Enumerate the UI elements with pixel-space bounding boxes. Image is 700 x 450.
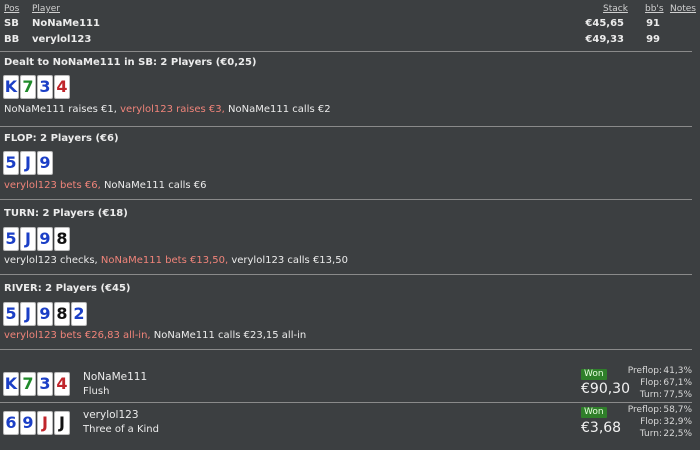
playing-card: J xyxy=(54,411,70,435)
equity-label: Flop: xyxy=(640,378,662,388)
showdown-player-name[interactable]: verylol123 xyxy=(83,409,139,421)
showdown-hand-rank: Flush xyxy=(83,386,110,397)
playing-card: 7 xyxy=(20,75,36,99)
divider xyxy=(0,274,692,275)
river-title: RIVER: 2 Players (€45) xyxy=(4,283,131,294)
playing-card: 5 xyxy=(3,151,19,175)
player-name[interactable]: NoNaMe111 xyxy=(32,18,100,29)
playing-card: 8 xyxy=(54,227,70,251)
action-text: NoNaMe111 calls €23,15 all-in xyxy=(153,330,307,341)
player-row: SB NoNaMe111 €45,65 91 xyxy=(0,18,700,32)
action-text: NoNaMe111 raises €1, xyxy=(4,104,117,115)
playing-card: 4 xyxy=(54,372,70,396)
won-badge: Won xyxy=(581,407,607,418)
equity-value: 32,9% xyxy=(663,417,692,427)
divider xyxy=(0,349,692,350)
player-name[interactable]: verylol123 xyxy=(32,34,91,45)
won-badge: Won xyxy=(581,369,607,380)
header-pos: Pos xyxy=(4,4,20,14)
playing-card: J xyxy=(37,411,53,435)
showdown-hand-rank: Three of a Kind xyxy=(83,424,159,435)
player-stack: €45,65 xyxy=(585,18,624,29)
turn-cards: 5J98 xyxy=(3,227,71,251)
flop-cards: 5J9 xyxy=(3,151,54,175)
playing-card: 4 xyxy=(54,75,70,99)
playing-card: K xyxy=(3,75,19,99)
player-bbs: 91 xyxy=(646,18,660,29)
equity-value: 67,1% xyxy=(663,378,692,388)
playing-card: 3 xyxy=(37,372,53,396)
preflop-title: Dealt to NoNaMe111 in SB: 2 Players (€0,… xyxy=(4,57,257,68)
header-notes[interactable]: Notes xyxy=(670,4,696,14)
player-row: BB verylol123 €49,33 99 xyxy=(0,34,700,48)
playing-card: 9 xyxy=(37,151,53,175)
turn-actions: verylol123 checks, NoNaMe111 bets €13,50… xyxy=(4,255,348,266)
preflop-actions: NoNaMe111 raises €1, verylol123 raises €… xyxy=(4,104,331,115)
equity-value: 22,5% xyxy=(663,429,692,439)
showdown-cards: K734 xyxy=(3,372,71,396)
showdown-cards: 69JJ xyxy=(3,411,71,435)
showdown-player-name[interactable]: NoNaMe111 xyxy=(83,371,147,383)
action-text: NoNaMe111 bets €13,50, xyxy=(100,255,229,266)
equity-value: 58,7% xyxy=(663,405,692,415)
playing-card: 2 xyxy=(71,302,87,326)
playing-card: 6 xyxy=(3,411,19,435)
playing-card: J xyxy=(20,302,36,326)
playing-card: J xyxy=(20,227,36,251)
playing-card: K xyxy=(3,372,19,396)
header-player: Player xyxy=(32,4,61,14)
playing-card: 9 xyxy=(37,227,53,251)
hole-cards: K734 xyxy=(3,75,71,99)
equity-value: 77,5% xyxy=(663,390,692,400)
header-stack[interactable]: Stack xyxy=(603,4,628,14)
flop-title: FLOP: 2 Players (€6) xyxy=(4,133,119,144)
action-text: verylol123 raises €3, xyxy=(120,104,225,115)
divider xyxy=(0,199,692,200)
won-amount: €3,68 xyxy=(581,420,622,436)
playing-card: 5 xyxy=(3,302,19,326)
player-pos: BB xyxy=(4,34,20,45)
flop-actions: verylol123 bets €6, NoNaMe111 calls €6 xyxy=(4,180,207,191)
river-cards: 5J982 xyxy=(3,302,88,326)
playing-card: 7 xyxy=(20,372,36,396)
equity-label: Flop: xyxy=(640,417,662,427)
playing-card: J xyxy=(20,151,36,175)
action-text: verylol123 checks, xyxy=(4,255,98,266)
equity-label: Turn: xyxy=(639,390,662,400)
playing-card: 3 xyxy=(37,75,53,99)
turn-title: TURN: 2 Players (€18) xyxy=(4,208,128,219)
playing-card: 5 xyxy=(3,227,19,251)
header-bbs[interactable]: bb's xyxy=(645,4,664,14)
equity-label: Preflop: xyxy=(627,366,662,376)
player-table-header: Pos Player Stack bb's Notes xyxy=(0,4,700,16)
action-text: verylol123 bets €26,83 all-in, xyxy=(4,330,151,341)
action-text: verylol123 bets €6, xyxy=(4,180,101,191)
equity-value: 41,3% xyxy=(663,366,692,376)
playing-card: 9 xyxy=(20,411,36,435)
divider xyxy=(0,51,692,52)
action-text: NoNaMe111 calls €2 xyxy=(228,104,331,115)
action-text: NoNaMe111 calls €6 xyxy=(103,180,207,191)
playing-card: 9 xyxy=(37,302,53,326)
player-pos: SB xyxy=(4,18,19,29)
player-stack: €49,33 xyxy=(585,34,624,45)
player-bbs: 99 xyxy=(646,34,660,45)
action-text: verylol123 calls €13,50 xyxy=(231,255,348,266)
equity-label: Preflop: xyxy=(627,405,662,415)
playing-card: 8 xyxy=(54,302,70,326)
divider xyxy=(0,126,692,127)
river-actions: verylol123 bets €26,83 all-in, NoNaMe111… xyxy=(4,330,306,341)
equity-label: Turn: xyxy=(639,429,662,439)
divider xyxy=(0,402,692,403)
